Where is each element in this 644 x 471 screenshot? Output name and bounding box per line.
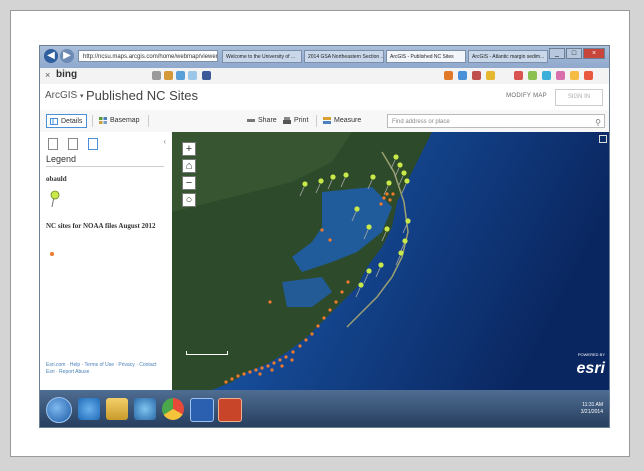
search-placeholder: Find address or place — [392, 119, 450, 125]
browser-tab[interactable]: 2014 GSA Northeastern Section ... — [304, 50, 384, 63]
word-icon[interactable] — [190, 398, 214, 422]
legend-layer-name: NC sites for NOAA files August 2012 — [46, 222, 156, 230]
map-view[interactable]: + ⌂ − ○ POWERED BY esri — [172, 132, 610, 390]
details-panel: ‹ Legend obauld NC sites for NOAA files … — [40, 132, 173, 390]
zoom-in-button[interactable]: + — [182, 142, 196, 156]
back-arrow-icon[interactable]: ◀ — [44, 49, 58, 63]
orange-dot-icon — [50, 252, 54, 256]
address-bar[interactable]: http://ncsu.maps.arcgis.com/home/webmap/… — [78, 50, 218, 62]
ie-icon[interactable] — [78, 398, 100, 420]
expand-icon[interactable] — [599, 135, 607, 143]
panel-tabs — [48, 138, 98, 150]
toolbar-icon[interactable] — [514, 71, 523, 80]
details-button[interactable]: Details — [46, 114, 88, 128]
maximize-button[interactable]: □ — [566, 48, 582, 59]
print-button[interactable]: Print — [280, 114, 312, 128]
toolbar-icon[interactable] — [486, 71, 495, 80]
close-toolbar-button[interactable]: × — [45, 70, 50, 80]
esri-logo: esri — [576, 360, 605, 377]
bing-toolbar: × bing — [40, 68, 609, 85]
map-toolbar: Details Basemap Share Print Measure Find… — [40, 110, 609, 133]
about-icon[interactable] — [48, 138, 58, 150]
toolbar-icon[interactable] — [542, 71, 551, 80]
divider — [92, 115, 93, 127]
measure-icon — [323, 117, 331, 124]
locate-button[interactable]: ○ — [182, 193, 196, 207]
sign-in-button[interactable]: SIGN IN — [555, 89, 603, 106]
clock-date: 3/21/2014 — [580, 409, 603, 415]
toolbar-icon[interactable] — [458, 71, 467, 80]
windows-taskbar: 11:31 AM 3/21/2014 — [40, 390, 609, 427]
slide-frame: ◀ ▶ http://ncsu.maps.arcgis.com/home/web… — [10, 10, 630, 457]
window-controls: _ □ × — [549, 48, 605, 59]
basemap-label: Basemap — [110, 117, 140, 124]
map-nav-controls: + ⌂ − ○ — [182, 142, 196, 210]
measure-button[interactable]: Measure — [320, 114, 365, 128]
share-label: Share — [258, 117, 277, 124]
toolbar-icon[interactable] — [188, 71, 197, 80]
screenshot: ◀ ▶ http://ncsu.maps.arcgis.com/home/web… — [39, 45, 610, 428]
arcgis-header: ArcGIS ▾ Published NC Sites MODIFY MAP S… — [40, 84, 609, 111]
pushpin-icon — [50, 190, 60, 208]
bing-logo: bing — [56, 69, 78, 80]
minimize-button[interactable]: _ — [549, 48, 565, 59]
legend-heading: Legend — [46, 154, 77, 164]
search-input[interactable]: Find address or place ⚲ — [387, 114, 605, 128]
panel-footer-links[interactable]: Esri.com · Help · Terms of Use · Privacy… — [46, 362, 166, 376]
content-icon[interactable] — [68, 138, 78, 150]
page-title: Published NC Sites — [86, 88, 198, 103]
print-icon — [283, 117, 291, 124]
legend-layer-name: obauld — [46, 175, 67, 183]
browser-tab-active[interactable]: ArcGIS - Published NC Sites — [386, 50, 466, 63]
legend-icon[interactable] — [88, 138, 98, 150]
measure-label: Measure — [334, 117, 362, 124]
collapse-panel-button[interactable]: ‹ — [163, 137, 166, 146]
browser-tab[interactable]: Welcome to the University of ... — [222, 50, 302, 63]
browser-tab[interactable]: ArcGIS - Atlantic margin sedim... — [468, 50, 548, 63]
toolbar-icon[interactable] — [164, 71, 173, 80]
basemap-icon — [99, 117, 107, 124]
modify-map-button[interactable]: MODIFY MAP — [506, 93, 547, 99]
toolbar-icon[interactable] — [556, 71, 565, 80]
share-button[interactable]: Share — [244, 114, 281, 128]
toolbar-icon[interactable] — [528, 71, 537, 80]
home-button[interactable]: ⌂ — [182, 159, 196, 173]
start-button[interactable] — [46, 397, 72, 423]
esri-powered-label: POWERED BY — [577, 352, 605, 357]
toolbar-icon[interactable] — [176, 71, 185, 80]
forward-arrow-icon[interactable]: ▶ — [60, 49, 74, 63]
powerpoint-icon[interactable] — [218, 398, 242, 422]
map-canvas[interactable] — [172, 132, 610, 390]
close-window-button[interactable]: × — [583, 48, 605, 59]
basemap-button[interactable]: Basemap — [96, 114, 144, 128]
chrome-icon[interactable] — [162, 398, 184, 420]
details-label: Details — [61, 118, 83, 125]
toolbar-icon[interactable] — [444, 71, 453, 80]
arcgis-brand[interactable]: ArcGIS ▾ — [45, 90, 84, 101]
print-label: Print — [294, 117, 309, 124]
share-icon — [247, 119, 255, 122]
divider — [46, 166, 164, 167]
media-icon[interactable] — [134, 398, 156, 420]
divider — [148, 115, 149, 127]
toolbar-icon[interactable] — [570, 71, 579, 80]
toolbar-icon[interactable] — [584, 71, 593, 80]
scale-bar — [186, 351, 228, 355]
toolbar-icon[interactable] — [152, 71, 161, 80]
details-icon — [50, 118, 58, 125]
divider — [316, 115, 317, 127]
zoom-out-button[interactable]: − — [182, 176, 196, 190]
clock-time: 11:31 AM — [582, 402, 603, 408]
system-clock[interactable]: 11:31 AM 3/21/2014 — [581, 402, 603, 416]
search-icon[interactable]: ⚲ — [595, 116, 601, 130]
toolbar-icon[interactable] — [472, 71, 481, 80]
browser-titlebar: ◀ ▶ http://ncsu.maps.arcgis.com/home/web… — [40, 46, 609, 68]
facebook-icon[interactable] — [202, 71, 211, 80]
explorer-icon[interactable] — [106, 398, 128, 420]
